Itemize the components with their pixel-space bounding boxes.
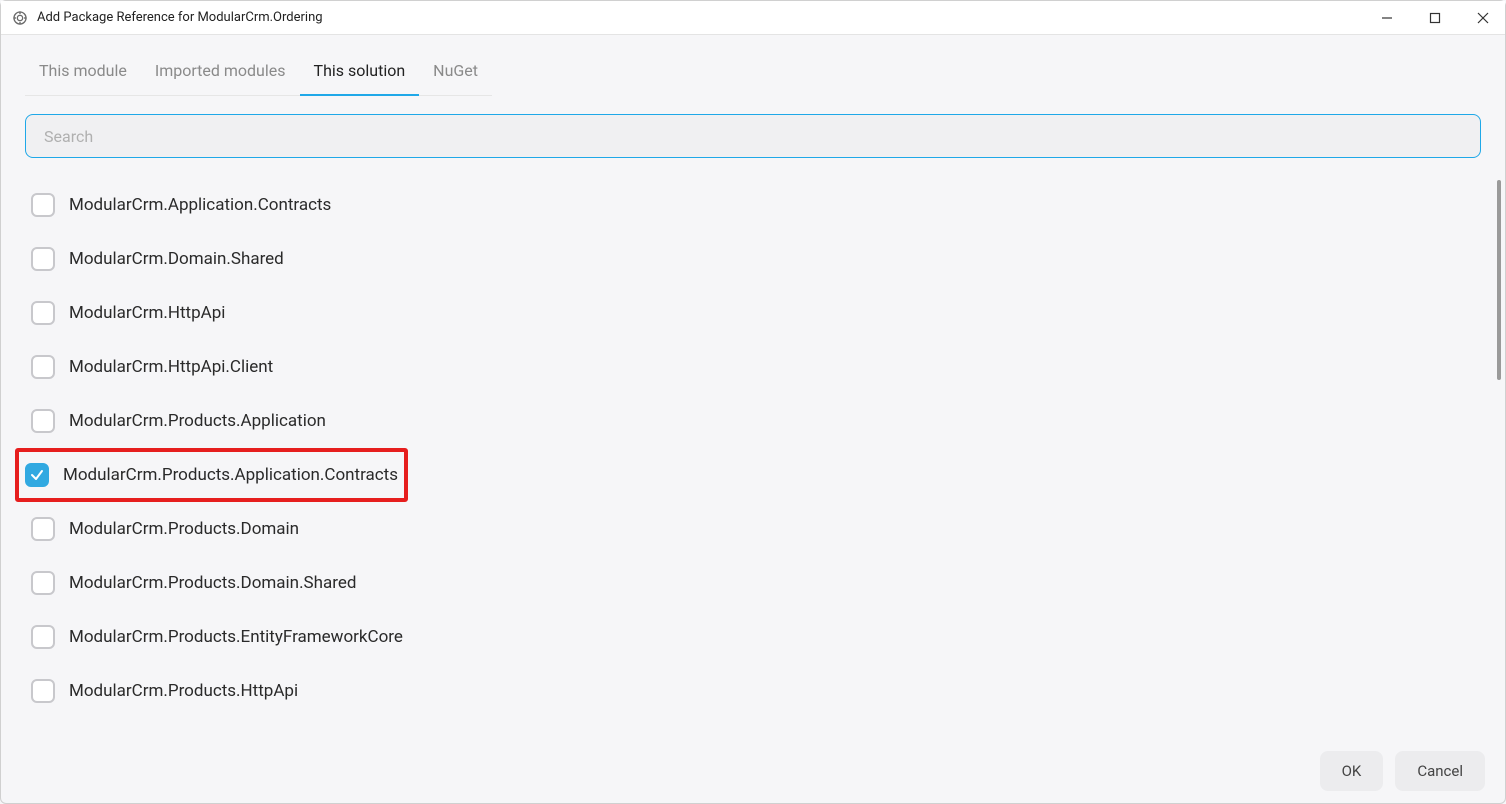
- checkbox[interactable]: [31, 193, 55, 217]
- package-label: ModularCrm.Products.Application.Contract…: [63, 465, 398, 485]
- tab-imported-modules[interactable]: Imported modules: [141, 51, 300, 96]
- checkbox[interactable]: [31, 625, 55, 649]
- package-label: ModularCrm.Products.Application: [69, 411, 326, 431]
- list-item[interactable]: ModularCrm.Domain.Shared: [25, 232, 1481, 286]
- window-title: Add Package Reference for ModularCrm.Ord…: [37, 10, 1375, 25]
- package-label: ModularCrm.HttpApi.Client: [69, 357, 273, 377]
- window-controls: [1375, 6, 1495, 30]
- package-list: ModularCrm.Application.Contracts ModularC…: [1, 166, 1505, 739]
- list-item[interactable]: ModularCrm.Products.Application.Contract…: [15, 448, 408, 502]
- package-label: ModularCrm.Products.Domain: [69, 519, 299, 539]
- cancel-button[interactable]: Cancel: [1395, 751, 1485, 791]
- minimize-button[interactable]: [1375, 6, 1399, 30]
- package-label: ModularCrm.Application.Contracts: [69, 195, 331, 215]
- maximize-button[interactable]: [1423, 6, 1447, 30]
- package-label: ModularCrm.Products.HttpApi: [69, 681, 298, 701]
- list-item[interactable]: ModularCrm.Products.Domain.Shared: [25, 556, 1481, 610]
- checkbox[interactable]: [31, 679, 55, 703]
- tabs: This moduleImported modulesThis solution…: [1, 35, 1505, 96]
- checkbox[interactable]: [31, 247, 55, 271]
- package-label: ModularCrm.Products.EntityFrameworkCore: [69, 627, 403, 647]
- close-button[interactable]: [1471, 6, 1495, 30]
- checkbox[interactable]: [31, 517, 55, 541]
- checkbox[interactable]: [31, 571, 55, 595]
- list-item[interactable]: ModularCrm.HttpApi.Client: [25, 340, 1481, 394]
- package-label: ModularCrm.Domain.Shared: [69, 249, 284, 269]
- scrollbar-thumb[interactable]: [1497, 180, 1501, 380]
- app-icon: [11, 9, 29, 27]
- tab-nuget[interactable]: NuGet: [419, 51, 492, 96]
- checkbox[interactable]: [25, 463, 49, 487]
- tab-this-module[interactable]: This module: [25, 51, 141, 96]
- package-label: ModularCrm.HttpApi: [69, 303, 225, 323]
- search-wrap: [1, 96, 1505, 166]
- list-item[interactable]: ModularCrm.Products.Application: [25, 394, 1481, 448]
- titlebar: Add Package Reference for ModularCrm.Ord…: [1, 1, 1505, 35]
- list-item[interactable]: ModularCrm.Products.EntityFrameworkCore: [25, 610, 1481, 664]
- package-label: ModularCrm.Products.Domain.Shared: [69, 573, 356, 593]
- list-item[interactable]: ModularCrm.Application.Contracts: [25, 178, 1481, 232]
- list-item[interactable]: ModularCrm.Products.Domain: [25, 502, 1481, 556]
- checkbox[interactable]: [31, 301, 55, 325]
- ok-button[interactable]: OK: [1320, 751, 1384, 791]
- checkbox[interactable]: [31, 409, 55, 433]
- footer: OK Cancel: [1, 739, 1505, 803]
- search-input[interactable]: [25, 114, 1481, 158]
- checkbox[interactable]: [31, 355, 55, 379]
- list-item[interactable]: ModularCrm.Products.HttpApi: [25, 664, 1481, 718]
- tab-this-solution[interactable]: This solution: [300, 51, 420, 96]
- list-item[interactable]: ModularCrm.HttpApi: [25, 286, 1481, 340]
